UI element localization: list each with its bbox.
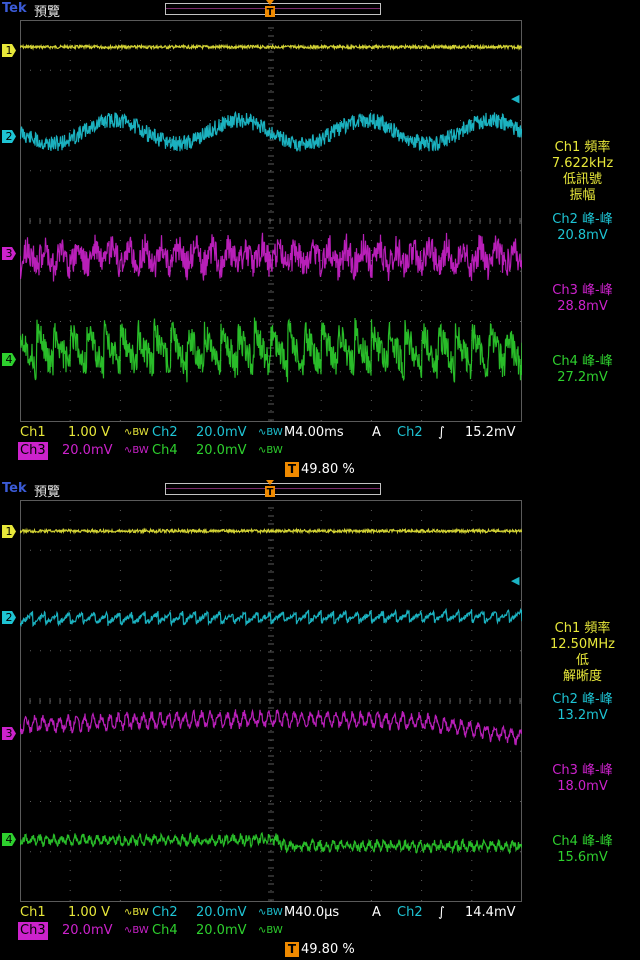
ch3-bw-icon: ∿BW (124, 925, 149, 936)
ch2-marker[interactable]: 2 (2, 130, 16, 143)
ch1-bw-icon: ∿BW (124, 907, 149, 918)
ch1-scale: 1.00 V (68, 905, 110, 920)
ch4-bw-icon: ∿BW (258, 925, 283, 936)
timebase[interactable]: M4.00ms (284, 424, 344, 442)
ch1-marker[interactable]: 1 (2, 44, 16, 57)
trigger-position-badge-icon: T (285, 462, 299, 477)
brand-logo: Tek (2, 481, 27, 496)
ch4-scale: 20.0mV (196, 443, 247, 458)
ch4-scale: 20.0mV (196, 923, 247, 938)
trigger-source[interactable]: Ch2 (397, 904, 423, 922)
ch3-measurement: Ch3 峰-峰 28.8mV (552, 283, 613, 314)
scope-screen-1: Tek 預覽 T 1 2 3 4 ◀ Ch1 頻率 7.622kHz 低訊號 振… (0, 0, 640, 480)
scope-screen-2: Tek 預覽 T 1 2 3 4 ◀ Ch1 頻率 12.50MHz 低 解晰度… (0, 480, 640, 960)
graticule (20, 500, 522, 902)
acquisition-state: A (372, 425, 381, 440)
ch3-bw-icon: ∿BW (124, 445, 149, 456)
ch3-marker[interactable]: 3 (2, 727, 16, 740)
ch1-measurement: Ch1 頻率 7.622kHz 低訊號 振幅 (551, 140, 614, 203)
brand-logo: Tek (2, 1, 27, 16)
ch4-label[interactable]: Ch4 (152, 922, 178, 940)
ch1-bw-icon: ∿BW (124, 427, 149, 438)
trigger-position-value: 49.80 % (301, 942, 355, 957)
trigger-slope-icon: ∫ (438, 425, 445, 440)
ch4-measurement: Ch4 峰-峰 15.6mV (552, 834, 613, 865)
trigger-position-icon: T (265, 480, 275, 498)
ch2-measurement: Ch2 峰-峰 20.8mV (552, 212, 613, 243)
ch4-measurement: Ch4 峰-峰 27.2mV (552, 354, 613, 385)
ch2-bw-icon: ∿BW (258, 907, 283, 918)
ch2-bw-icon: ∿BW (258, 427, 283, 438)
ch4-marker[interactable]: 4 (2, 353, 16, 366)
ch3-marker[interactable]: 3 (2, 247, 16, 260)
ch4-label[interactable]: Ch4 (152, 442, 178, 460)
trigger-position-icon: T (265, 0, 275, 18)
trigger-level[interactable]: 15.2mV (465, 424, 516, 442)
ch2-label[interactable]: Ch2 (152, 904, 178, 922)
ch4-marker[interactable]: 4 (2, 833, 16, 846)
acquisition-mode: 預覽 (34, 485, 61, 500)
ch3-scale: 20.0mV (62, 923, 113, 938)
ch1-scale: 1.00 V (68, 425, 110, 440)
trigger-slope-icon: ∫ (438, 905, 445, 920)
trigger-source[interactable]: Ch2 (397, 424, 423, 442)
ch4-bw-icon: ∿BW (258, 445, 283, 456)
trigger-level-arrow-icon: ◀ (511, 574, 520, 587)
ch2-scale: 20.0mV (196, 905, 247, 920)
ch1-trace (20, 527, 522, 535)
svg-text:T: T (267, 487, 274, 498)
trigger-position-value: 49.80 % (301, 462, 355, 477)
ch1-label[interactable]: Ch1 (20, 424, 46, 442)
graticule (20, 20, 522, 422)
ch3-label[interactable]: Ch3 (18, 922, 48, 940)
ch1-marker[interactable]: 1 (2, 525, 16, 538)
trigger-level-arrow-icon: ◀ (511, 92, 520, 105)
ch2-scale: 20.0mV (196, 425, 247, 440)
ch4-trace (20, 317, 522, 383)
top-bar: Tek 預覽 T (0, 480, 640, 500)
svg-text:T: T (267, 7, 274, 18)
ch2-measurement: Ch2 峰-峰 13.2mV (552, 692, 613, 723)
ch2-marker[interactable]: 2 (2, 611, 16, 624)
ch3-scale: 20.0mV (62, 443, 113, 458)
timebase[interactable]: M40.0µs (284, 904, 339, 922)
top-bar: Tek 預覽 T (0, 0, 640, 20)
acquisition-state: A (372, 905, 381, 920)
ch1-measurement: Ch1 頻率 12.50MHz 低 解晰度 (549, 621, 616, 684)
acquisition-mode: 預覽 (34, 5, 61, 20)
ch1-label[interactable]: Ch1 (20, 904, 46, 922)
trigger-position-badge-icon: T (285, 942, 299, 957)
ch3-label[interactable]: Ch3 (18, 442, 48, 460)
ch1-trace (20, 43, 522, 51)
ch3-measurement: Ch3 峰-峰 18.0mV (552, 763, 613, 794)
ch2-label[interactable]: Ch2 (152, 424, 178, 442)
trigger-level[interactable]: 14.4mV (465, 904, 516, 922)
